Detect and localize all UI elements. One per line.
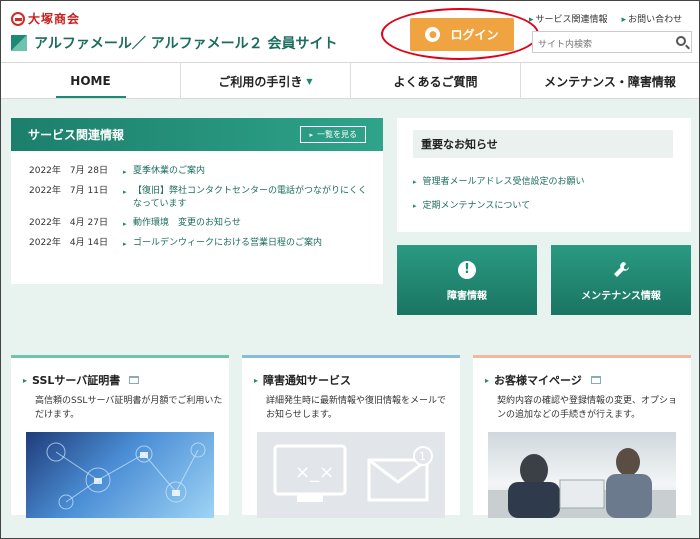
nav-label: HOME — [70, 74, 111, 88]
site-title-link[interactable]: アルファメール／ アルファメール２ 会員サイト — [11, 33, 337, 53]
view-list-button[interactable]: ▸ 一覧を見る — [300, 126, 366, 143]
card-ssl[interactable]: ▸ SSLサーバ証明書 高信頼のSSLサーバ証明書が月額でご利用いただけます。 — [11, 355, 229, 518]
service-info-header: サービス関連情報 ▸ 一覧を見る — [11, 118, 383, 151]
news-item: 2022年 7月 28日 ▸ 夏季休業のご案内 — [29, 165, 383, 179]
top-link-label: サービス関連情報 — [535, 15, 608, 25]
new-window-icon — [129, 376, 140, 384]
chevron-right-icon: ▸ — [309, 130, 313, 139]
svg-text:×_×: ×_× — [295, 462, 334, 483]
alert-icon: ! — [456, 259, 478, 281]
news-list: 2022年 7月 28日 ▸ 夏季休業のご案内 2022年 7月 11日 ▸ 【… — [11, 151, 383, 251]
notice-link: 管理者メールアドレス受信設定のお願い — [422, 177, 585, 187]
new-window-icon — [590, 376, 601, 384]
news-date: 2022年 4月 14日 — [29, 238, 108, 248]
maintenance-info-label: メンテナンス情報 — [581, 290, 661, 302]
chevron-right-icon: ▸ — [123, 240, 127, 248]
wrench-icon — [610, 259, 632, 281]
chevron-right-icon: ▸ — [23, 375, 28, 385]
card-image-mail: ×_× 1 — [257, 432, 445, 518]
maintenance-info-tile[interactable]: メンテナンス情報 — [551, 245, 691, 315]
header: 大塚商会 アルファメール／ アルファメール２ 会員サイト ● ログイン ▸ サービ… — [1, 1, 699, 63]
lock-icon: ● — [425, 27, 441, 42]
news-link[interactable]: 動作環境 変更のお知らせ — [133, 217, 367, 231]
chevron-right-icon: ▸ — [123, 168, 127, 176]
nav-label: メンテナンス・障害情報 — [544, 74, 676, 89]
chevron-right-icon: ▸ — [123, 220, 127, 228]
notice-list: ▸ 管理者メールアドレス受信設定のお願い ▸ 定期メンテナンスについて — [413, 174, 585, 222]
news-date: 2022年 7月 28日 — [29, 166, 108, 176]
important-notice-title: 重要なお知らせ — [413, 130, 673, 158]
nav-guide[interactable]: ご利用の手引き ▼ — [181, 63, 351, 99]
news-item: 2022年 7月 11日 ▸ 【復旧】弊社コンタクトセンターの電話がつながりにく… — [29, 185, 383, 211]
chevron-right-icon: ▸ — [254, 375, 259, 385]
chevron-right-icon: ▸ — [529, 15, 534, 25]
chevron-right-icon: ▸ — [413, 202, 417, 210]
chevron-right-icon: ▸ — [413, 178, 417, 186]
news-item: 2022年 4月 27日 ▸ 動作環境 変更のお知らせ — [29, 217, 383, 231]
nav-home[interactable]: HOME — [1, 63, 181, 99]
card-title-text: SSLサーバ証明書 — [32, 374, 121, 387]
top-links: ▸ サービス関連情報 ▸ お問い合わせ — [529, 12, 682, 25]
card-image-ssl — [26, 432, 214, 518]
card-title: ▸ お客様マイページ — [485, 372, 601, 388]
card-desc: 高信頼のSSLサーバ証明書が月額でご利用いただけます。 — [35, 396, 223, 420]
chevron-right-icon: ▸ — [485, 375, 490, 385]
view-list-label: 一覧を見る — [317, 130, 357, 139]
chevron-right-icon: ▸ — [621, 15, 627, 25]
important-notice-panel: 重要なお知らせ ▸ 管理者メールアドレス受信設定のお願い ▸ 定期メンテナンスについ… — [397, 118, 691, 232]
service-info-title: サービス関連情報 — [28, 128, 125, 142]
notice-item[interactable]: ▸ 定期メンテナンスについて — [413, 198, 585, 211]
failure-info-tile[interactable]: ! 障害情報 — [397, 245, 537, 315]
card-desc: 詳細発生時に最新情報や復旧情報をメールでお知らせします。 — [266, 396, 447, 420]
login-button[interactable]: ● ログイン — [410, 18, 514, 51]
news-date: 2022年 7月 11日 — [29, 186, 108, 196]
chevron-down-icon: ▼ — [306, 76, 313, 86]
search-box — [532, 31, 692, 55]
news-date: 2022年 4月 27日 — [29, 218, 108, 228]
svg-text:1: 1 — [419, 450, 426, 463]
page-frame: 大塚商会 アルファメール／ アルファメール２ 会員サイト ● ログイン ▸ サービ… — [0, 0, 700, 539]
card-title: ▸ SSLサーバ証明書 — [23, 372, 140, 388]
card-image-office — [488, 432, 676, 518]
search-input[interactable] — [533, 35, 663, 55]
company-logo-text: 大塚商会 — [28, 12, 81, 26]
chevron-right-icon: ▸ — [123, 188, 127, 196]
card-my-page[interactable]: ▸ お客様マイページ 契約内容の確認や登録情報の変更、オプションの追加などの手続… — [473, 355, 691, 518]
company-logo[interactable]: 大塚商会 — [11, 10, 80, 27]
card-title: ▸ 障害通知サービス — [254, 372, 351, 388]
news-item: 2022年 4月 14日 ▸ ゴールデンウィークにおける営業日程のご案内 — [29, 237, 383, 251]
notice-link: 定期メンテナンスについて — [422, 201, 531, 211]
news-link[interactable]: 夏季休業のご案内 — [133, 165, 367, 179]
main-nav: HOME ご利用の手引き ▼ よくあるご質問 メンテナンス・障害情報 — [1, 63, 699, 99]
service-info-panel: サービス関連情報 ▸ 一覧を見る 2022年 7月 28日 ▸ 夏季休業のご案内… — [11, 118, 383, 284]
login-label: ログイン — [450, 28, 499, 42]
card-title-text: 障害通知サービス — [263, 374, 352, 387]
nav-faq[interactable]: よくあるご質問 — [351, 63, 521, 99]
nav-label: ご利用の手引き — [218, 74, 303, 89]
nav-maintenance[interactable]: メンテナンス・障害情報 — [521, 63, 699, 99]
company-logo-icon — [11, 11, 25, 26]
news-link[interactable]: ゴールデンウィークにおける営業日程のご案内 — [133, 237, 367, 251]
card-desc: 契約内容の確認や登録情報の変更、オプションの追加などの手続きが行えます。 — [497, 396, 678, 420]
site-mark-icon — [11, 35, 27, 51]
search-icon[interactable] — [676, 36, 686, 46]
top-link-contact[interactable]: ▸ お問い合わせ — [622, 12, 683, 25]
failure-info-label: 障害情報 — [447, 290, 487, 302]
notice-item[interactable]: ▸ 管理者メールアドレス受信設定のお願い — [413, 174, 585, 187]
top-link-service-info[interactable]: ▸ サービス関連情報 — [529, 12, 608, 25]
card-title-text: お客様マイページ — [494, 374, 582, 387]
site-title: アルファメール／ アルファメール２ 会員サイト — [34, 36, 338, 52]
top-link-label: お問い合わせ — [628, 15, 683, 25]
card-failure-notice[interactable]: ▸ 障害通知サービス 詳細発生時に最新情報や復旧情報をメールでお知らせします。 … — [242, 355, 460, 518]
news-link[interactable]: 【復旧】弊社コンタクトセンターの電話がつながりにくくなっています — [133, 185, 367, 211]
nav-label: よくあるご質問 — [393, 74, 478, 89]
